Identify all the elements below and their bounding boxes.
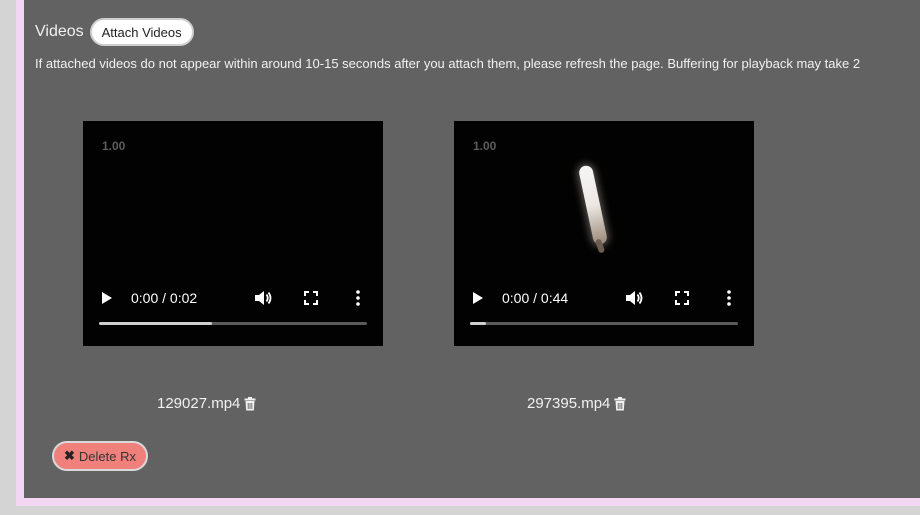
trash-icon[interactable] <box>244 396 256 411</box>
progress-track[interactable] <box>470 322 738 325</box>
video-controls: 0:00 / 0:44 <box>454 286 754 310</box>
video-filename-1: 129027.mp4 <box>157 395 256 412</box>
refresh-notice: If attached videos do not appear within … <box>35 56 861 71</box>
video-frame-streak <box>577 164 609 246</box>
more-vertical-icon[interactable] <box>351 286 365 310</box>
video-filename-2: 297395.mp4 <box>527 395 626 412</box>
filename-label: 129027.mp4 <box>157 395 241 412</box>
time-display: 0:00 / 0:44 <box>502 290 569 306</box>
video-player-2[interactable]: 1.00 0:00 / 0:44 <box>454 121 754 346</box>
close-icon: ✖ <box>64 448 75 463</box>
delete-label: Delete Rx <box>78 448 136 464</box>
volume-icon[interactable] <box>624 286 644 310</box>
section-title: Videos <box>35 23 84 40</box>
fullscreen-icon[interactable] <box>302 286 320 310</box>
delete-rx-button[interactable]: ✖ Delete Rx <box>52 441 148 471</box>
progress-fill <box>99 322 212 325</box>
volume-icon[interactable] <box>253 286 273 310</box>
play-icon[interactable] <box>470 286 486 310</box>
play-icon[interactable] <box>99 286 115 310</box>
attach-videos-button[interactable]: Attach Videos <box>89 18 194 46</box>
video-controls: 0:00 / 0:02 <box>83 286 383 310</box>
videos-header: Videos Attach Videos <box>35 18 194 46</box>
playback-speed: 1.00 <box>473 139 497 153</box>
more-vertical-icon[interactable] <box>722 286 736 310</box>
filename-label: 297395.mp4 <box>527 395 611 412</box>
playback-speed: 1.00 <box>102 139 126 153</box>
trash-icon[interactable] <box>614 396 626 411</box>
progress-track[interactable] <box>99 322 367 325</box>
progress-fill <box>470 322 487 325</box>
video-player-1[interactable]: 1.00 0:00 / 0:02 <box>83 121 383 346</box>
videos-panel: Videos Attach Videos If attached videos … <box>24 0 920 498</box>
time-display: 0:00 / 0:02 <box>131 290 198 306</box>
fullscreen-icon[interactable] <box>673 286 691 310</box>
